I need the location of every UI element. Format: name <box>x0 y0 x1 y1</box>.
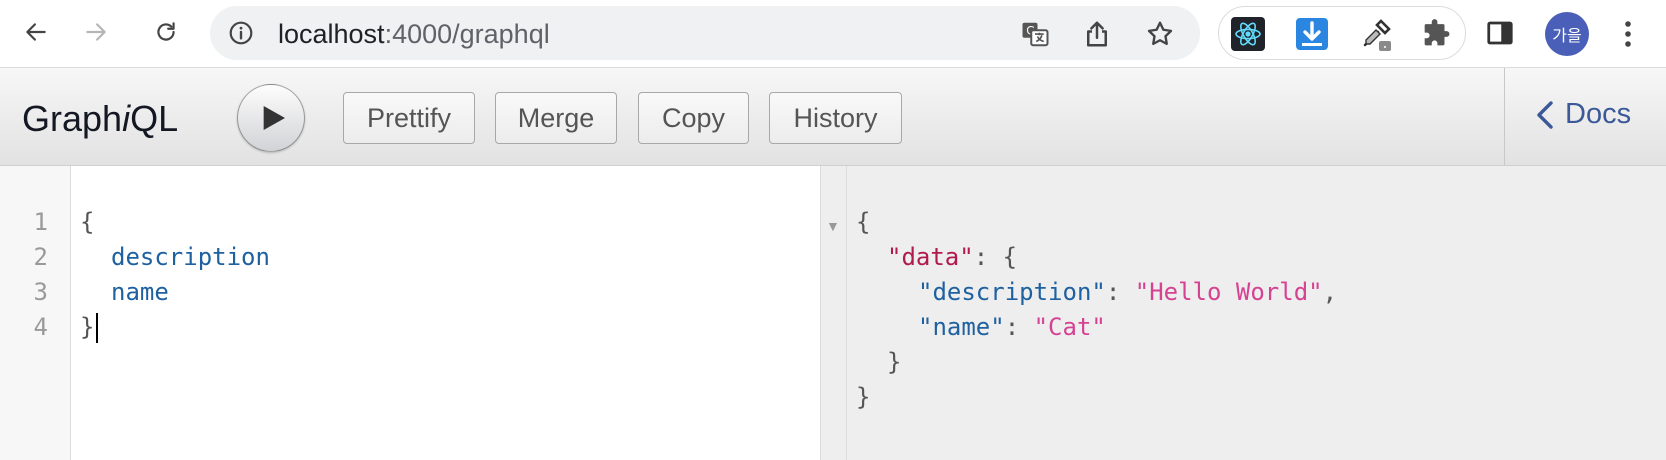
logo-suffix: QL <box>130 98 179 139</box>
browser-toolbar: localhost:4000/graphql G 가을 <box>0 0 1666 68</box>
result-name-value: "Cat" <box>1033 313 1106 341</box>
query-line: { <box>80 208 95 236</box>
react-devtools-icon[interactable] <box>1231 17 1265 51</box>
url-text[interactable]: localhost:4000/graphql <box>278 19 550 50</box>
docs-explorer-toggle: Docs <box>1504 68 1666 165</box>
line-number: 3 <box>33 278 48 306</box>
line-number: 4 <box>33 313 48 341</box>
result-name-key: "name" <box>918 313 1005 341</box>
editor-resize-handle[interactable] <box>820 166 847 460</box>
play-icon <box>263 106 285 130</box>
result-open-brace: { <box>856 208 871 236</box>
logo-italic: i <box>122 98 131 139</box>
docs-button[interactable]: Docs <box>1535 98 1631 131</box>
star-icon[interactable] <box>1145 19 1175 49</box>
side-panel-icon[interactable] <box>1485 18 1515 48</box>
extensions-group <box>1218 6 1466 60</box>
line-number-gutter: 1 2 3 4 <box>0 166 71 460</box>
translate-icon[interactable]: G <box>1020 19 1050 49</box>
result-data-line: "data": { <box>887 243 1018 271</box>
text-cursor <box>96 313 98 343</box>
merge-button[interactable]: Merge <box>495 92 617 144</box>
result-inner-close: } <box>887 348 902 376</box>
info-icon[interactable] <box>228 20 254 46</box>
execute-query-button[interactable] <box>237 84 305 152</box>
reload-button[interactable] <box>146 12 186 52</box>
profile-avatar[interactable]: 가을 <box>1545 12 1589 56</box>
line-number: 2 <box>33 243 48 271</box>
eyedropper-icon[interactable] <box>1359 17 1393 51</box>
forward-arrow-icon <box>86 23 106 41</box>
url-path: :4000/graphql <box>384 19 550 49</box>
url-host: localhost <box>278 19 385 49</box>
fold-arrow-icon[interactable]: ▼ <box>826 218 840 234</box>
history-button[interactable]: History <box>769 92 902 144</box>
editors-area: 1 2 3 4 { description name } ▼ { "data":… <box>0 166 1666 460</box>
prettify-button[interactable]: Prettify <box>343 92 475 144</box>
query-editor[interactable]: 1 2 3 4 { description name } <box>0 166 820 460</box>
forward-button[interactable] <box>76 12 116 52</box>
kebab-menu-icon[interactable] <box>1618 16 1638 52</box>
address-bar[interactable]: localhost:4000/graphql G <box>210 6 1200 60</box>
share-icon[interactable] <box>1082 19 1112 49</box>
line-number: 1 <box>33 208 48 236</box>
query-line: } <box>80 313 95 341</box>
result-data-key: "data" <box>887 243 974 271</box>
result-viewer: { "data": { "description": "Hello World"… <box>847 166 1666 460</box>
result-description-line: "description": "Hello World", <box>918 278 1338 306</box>
result-name-line: "name": "Cat" <box>918 313 1106 341</box>
result-description-key: "description" <box>918 278 1106 306</box>
query-field-name: name <box>111 278 169 306</box>
back-button[interactable] <box>16 12 56 52</box>
logo-prefix: Graph <box>22 98 123 139</box>
graphiql-toolbar: GraphiQL Prettify Merge Copy History Doc… <box>0 68 1666 166</box>
download-icon[interactable] <box>1295 17 1329 51</box>
copy-button[interactable]: Copy <box>638 92 749 144</box>
puzzle-icon[interactable] <box>1419 17 1453 51</box>
query-field-description: description <box>111 243 270 271</box>
result-outer-close: } <box>856 383 871 411</box>
result-description-value: "Hello World" <box>1134 278 1323 306</box>
reload-icon <box>157 22 175 41</box>
back-arrow-icon <box>26 23 46 41</box>
docs-label: Docs <box>1565 98 1632 130</box>
chevron-left-icon <box>1537 100 1553 129</box>
graphiql-logo: GraphiQL <box>22 98 178 140</box>
